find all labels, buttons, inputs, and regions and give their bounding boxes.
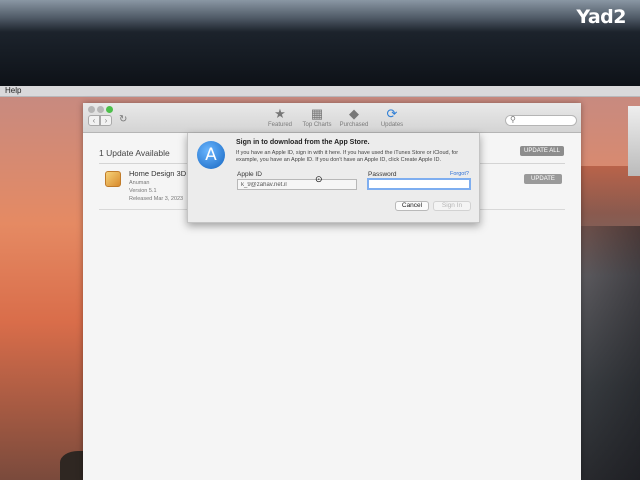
password-label: Password xyxy=(368,171,397,178)
sheet-description: If you have an Apple ID, sign in with it… xyxy=(236,150,459,163)
tab-updates[interactable]: ⟳ Updates xyxy=(370,106,414,128)
search-input[interactable]: ⚲ xyxy=(505,115,577,126)
menu-bar: Help xyxy=(0,86,640,97)
app-icon[interactable] xyxy=(105,171,121,187)
apple-id-field[interactable] xyxy=(237,179,357,190)
app-store-icon: A xyxy=(197,141,225,169)
sheet-title: Sign in to download from the App Store. xyxy=(236,139,370,146)
close-window-button[interactable] xyxy=(88,106,95,113)
watermark-logo: Yad2 xyxy=(576,6,626,28)
chevron-left-icon: ‹ xyxy=(92,116,96,125)
refresh-icon[interactable]: ↻ xyxy=(119,114,127,125)
text-cursor-icon: ⊙ xyxy=(315,174,323,184)
app-store-window: ‹ › ↻ ★ Featured ▦ Top Charts ◆ Purchase… xyxy=(83,103,581,480)
app-name[interactable]: Home Design 3D G xyxy=(129,169,194,178)
forward-button[interactable]: › xyxy=(100,115,112,126)
forgot-password-link[interactable]: Forgot? xyxy=(450,171,469,177)
password-field[interactable] xyxy=(367,178,471,190)
update-button[interactable]: UPDATE xyxy=(524,174,562,184)
desktop-icon-strip xyxy=(628,106,640,176)
minimize-window-button[interactable] xyxy=(97,106,104,113)
desktop-screen: Help ‹ › ↻ ★ Featured ▦ Top Charts ◆ Pur… xyxy=(0,86,640,480)
monitor-bezel xyxy=(0,0,640,88)
tab-updates-label: Updates xyxy=(380,122,404,128)
updates-icon: ⟳ xyxy=(386,106,398,121)
app-version: Version 5.1 xyxy=(129,188,157,194)
zoom-window-button[interactable] xyxy=(106,106,113,113)
menu-help[interactable]: Help xyxy=(5,86,21,95)
chevron-right-icon: › xyxy=(104,116,108,125)
window-toolbar: ‹ › ↻ ★ Featured ▦ Top Charts ◆ Purchase… xyxy=(83,103,581,133)
wallpaper-shadow xyxy=(575,226,640,480)
apple-id-label: Apple ID xyxy=(237,171,262,178)
app-release-date: Released Mar 3, 2023 xyxy=(129,196,184,202)
update-all-button[interactable]: UPDATE ALL xyxy=(520,146,564,156)
sign-in-sheet: A Sign in to download from the App Store… xyxy=(187,133,480,223)
cancel-button[interactable]: Cancel xyxy=(395,201,429,211)
updates-count: 1 Update Available xyxy=(99,148,170,158)
search-icon: ⚲ xyxy=(510,115,516,124)
sign-in-button[interactable]: Sign In xyxy=(433,201,471,211)
app-developer: Anuman xyxy=(129,180,150,186)
back-button[interactable]: ‹ xyxy=(88,115,100,126)
